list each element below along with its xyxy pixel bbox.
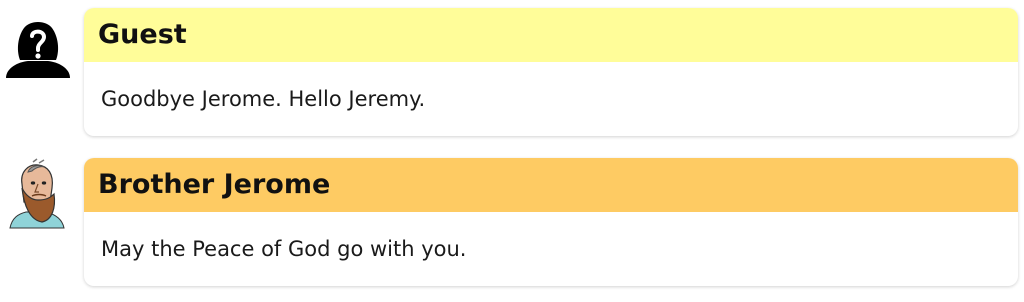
bearded-monk-portrait-icon [2,158,74,230]
message-bubble: Brother Jerome May the Peace of God go w… [84,158,1018,286]
message-text: Goodbye Jerome. Hello Jeremy. [101,87,426,111]
message-author: Brother Jerome [84,158,1018,212]
message-text: May the Peace of God go with you. [101,237,467,261]
message-bubble: Guest Goodbye Jerome. Hello Jeremy. [84,8,1018,136]
unknown-person-silhouette-icon [2,12,74,84]
message-author: Guest [84,8,1018,62]
